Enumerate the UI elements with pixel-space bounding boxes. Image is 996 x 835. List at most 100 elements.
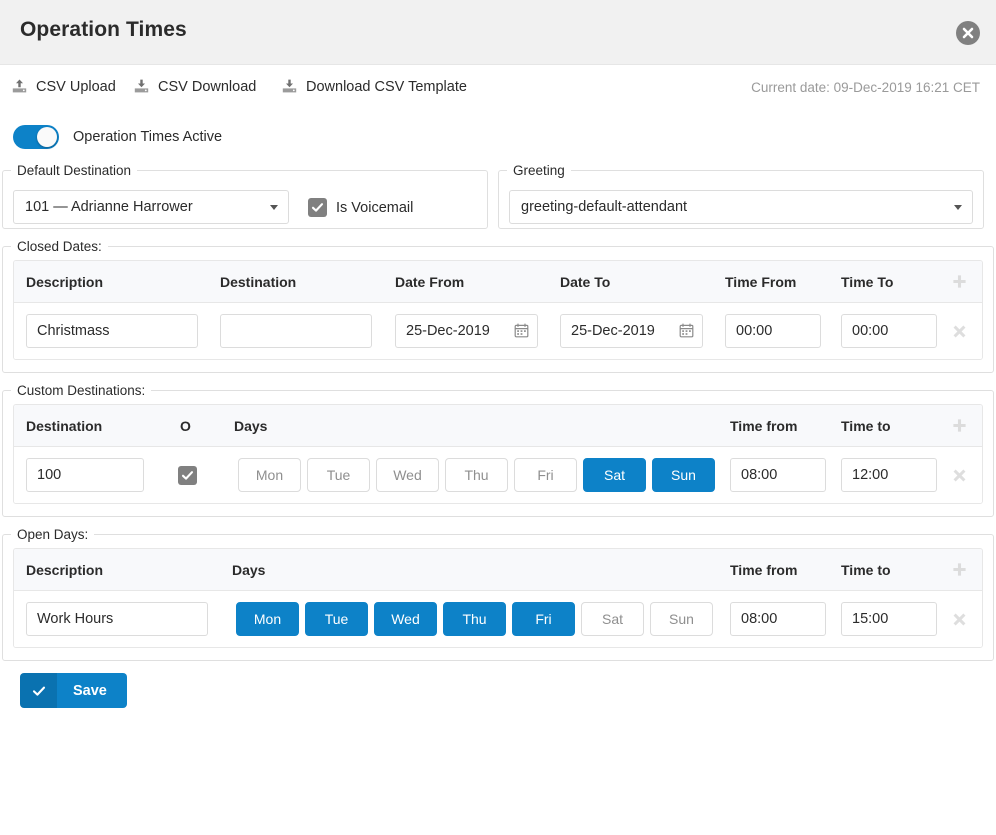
col-time-from: Time from — [730, 562, 798, 578]
add-closed-date-button[interactable] — [951, 273, 968, 290]
download-csv-template-button[interactable]: Download CSV Template — [281, 78, 467, 95]
open-day-time-from-input[interactable]: 08:00 — [730, 602, 826, 636]
open-days-fieldset: Open Days: Description Days Time from Ti… — [2, 527, 994, 661]
col-destination: Destination — [220, 274, 297, 290]
col-time-from: Time From — [725, 274, 797, 290]
calendar-icon[interactable] — [514, 323, 529, 338]
delete-closed-date-button[interactable] — [951, 323, 968, 340]
operation-times-active-toggle[interactable] — [13, 125, 59, 149]
save-button[interactable]: Save — [20, 673, 127, 708]
delete-open-day-button[interactable] — [951, 611, 968, 628]
closed-date-date-to-input[interactable]: 25-Dec-2019 — [560, 314, 703, 348]
custom-destinations-table-header: Destination O Days Time from Time to — [14, 405, 982, 447]
operation-times-active-label: Operation Times Active — [73, 129, 223, 145]
page-title: Operation Times — [20, 18, 187, 41]
csv-upload-label: CSV Upload — [36, 78, 116, 95]
day-toggle-sun[interactable]: Sun — [652, 458, 715, 492]
download-csv-template-label: Download CSV Template — [306, 78, 467, 95]
col-days: Days — [234, 418, 268, 434]
is-voicemail-label: Is Voicemail — [336, 199, 414, 216]
date-from-value: 25-Dec-2019 — [406, 323, 490, 339]
col-description: Description — [26, 274, 104, 290]
col-o: O — [180, 418, 191, 434]
day-toggle-fri[interactable]: Fri — [512, 602, 575, 636]
csv-download-button[interactable]: CSV Download — [133, 78, 256, 95]
closed-date-description-input[interactable]: Christmass — [26, 314, 198, 348]
chevron-down-icon — [270, 205, 278, 210]
day-toggle-thu[interactable]: Thu — [443, 602, 506, 636]
current-date-label: Current date: 09-Dec-2019 16:21 CET — [751, 80, 980, 95]
date-to-value: 25-Dec-2019 — [571, 323, 655, 339]
custom-destination-enabled-checkbox[interactable] — [178, 466, 197, 485]
greeting-value: greeting-default-attendant — [521, 199, 688, 215]
col-days: Days — [232, 562, 266, 578]
add-open-day-button[interactable] — [951, 561, 968, 578]
col-time-to: Time To — [841, 274, 894, 290]
greeting-fieldset: Greeting greeting-default-attendant — [498, 163, 984, 229]
save-row: Save — [0, 661, 996, 731]
day-toggle-wed[interactable]: Wed — [376, 458, 439, 492]
custom-destination-time-from-input[interactable]: 08:00 — [730, 458, 826, 492]
upload-icon — [11, 78, 28, 95]
open-day-description-input[interactable]: Work Hours — [26, 602, 208, 636]
closed-date-time-from-input[interactable]: 00:00 — [725, 314, 821, 348]
day-toggle-sat[interactable]: Sat — [581, 602, 644, 636]
open-days-legend: Open Days: — [17, 527, 89, 542]
close-icon[interactable] — [956, 21, 980, 45]
delete-custom-destination-button[interactable] — [951, 467, 968, 484]
col-date-to: Date To — [560, 274, 611, 290]
toggle-knob — [37, 127, 57, 147]
custom-destinations-fieldset: Custom Destinations: Destination O Days … — [2, 383, 994, 517]
check-icon — [20, 673, 57, 708]
day-toggle-tue[interactable]: Tue — [305, 602, 368, 636]
day-toggle-tue[interactable]: Tue — [307, 458, 370, 492]
operation-times-active-row: Operation Times Active — [0, 119, 996, 163]
add-custom-destination-button[interactable] — [951, 417, 968, 434]
download-icon — [133, 78, 150, 95]
open-days-table-header: Description Days Time from Time to — [14, 549, 982, 591]
day-toggle-mon[interactable]: Mon — [236, 602, 299, 636]
open-day-day-toggles: Mon Tue Wed Thu Fri Sat Sun — [236, 602, 713, 636]
window-titlebar: Operation Times — [0, 0, 996, 65]
custom-destination-input[interactable]: 100 — [26, 458, 144, 492]
col-description: Description — [26, 562, 104, 578]
day-toggle-sat[interactable]: Sat — [583, 458, 646, 492]
col-date-from: Date From — [395, 274, 465, 290]
save-button-label: Save — [57, 673, 127, 708]
custom-destinations-table: Destination O Days Time from Time to 100… — [13, 404, 983, 504]
custom-destination-time-to-input[interactable]: 12:00 — [841, 458, 937, 492]
download-icon — [281, 78, 298, 95]
csv-download-label: CSV Download — [158, 78, 257, 95]
closed-date-time-to-input[interactable]: 00:00 — [841, 314, 937, 348]
table-row: Work Hours Mon Tue Wed Thu Fri Sat Sun 0… — [14, 591, 982, 647]
day-toggle-fri[interactable]: Fri — [514, 458, 577, 492]
day-toggle-thu[interactable]: Thu — [445, 458, 508, 492]
calendar-icon[interactable] — [679, 323, 694, 338]
is-voicemail-group: Is Voicemail — [308, 198, 413, 217]
csv-upload-button[interactable]: CSV Upload — [11, 78, 116, 95]
chevron-down-icon — [954, 205, 962, 210]
col-time-to: Time to — [841, 562, 891, 578]
greeting-select[interactable]: greeting-default-attendant — [509, 190, 973, 224]
default-destination-legend: Default Destination — [17, 163, 132, 178]
open-day-time-to-input[interactable]: 15:00 — [841, 602, 937, 636]
custom-destinations-legend: Custom Destinations: — [17, 383, 146, 398]
table-row: Christmass 25-Dec-2019 25-Dec-2019 00:00… — [14, 303, 982, 359]
destination-greeting-row: Default Destination 101 — Adrianne Harro… — [0, 163, 996, 229]
default-destination-value: 101 — Adrianne Harrower — [25, 199, 193, 215]
default-destination-select[interactable]: 101 — Adrianne Harrower — [13, 190, 289, 224]
col-time-from: Time from — [730, 418, 798, 434]
day-toggle-sun[interactable]: Sun — [650, 602, 713, 636]
closed-date-destination-input[interactable] — [220, 314, 372, 348]
table-row: 100 Mon Tue Wed Thu Fri Sat Sun 08:00 12… — [14, 447, 982, 503]
greeting-legend: Greeting — [513, 163, 565, 178]
day-toggle-wed[interactable]: Wed — [374, 602, 437, 636]
custom-destination-day-toggles: Mon Tue Wed Thu Fri Sat Sun — [238, 458, 715, 492]
day-toggle-mon[interactable]: Mon — [238, 458, 301, 492]
closed-dates-table: Description Destination Date From Date T… — [13, 260, 983, 360]
closed-date-date-from-input[interactable]: 25-Dec-2019 — [395, 314, 538, 348]
open-days-table: Description Days Time from Time to Work … — [13, 548, 983, 648]
is-voicemail-checkbox[interactable] — [308, 198, 327, 217]
closed-dates-table-header: Description Destination Date From Date T… — [14, 261, 982, 303]
col-destination: Destination — [26, 418, 103, 434]
